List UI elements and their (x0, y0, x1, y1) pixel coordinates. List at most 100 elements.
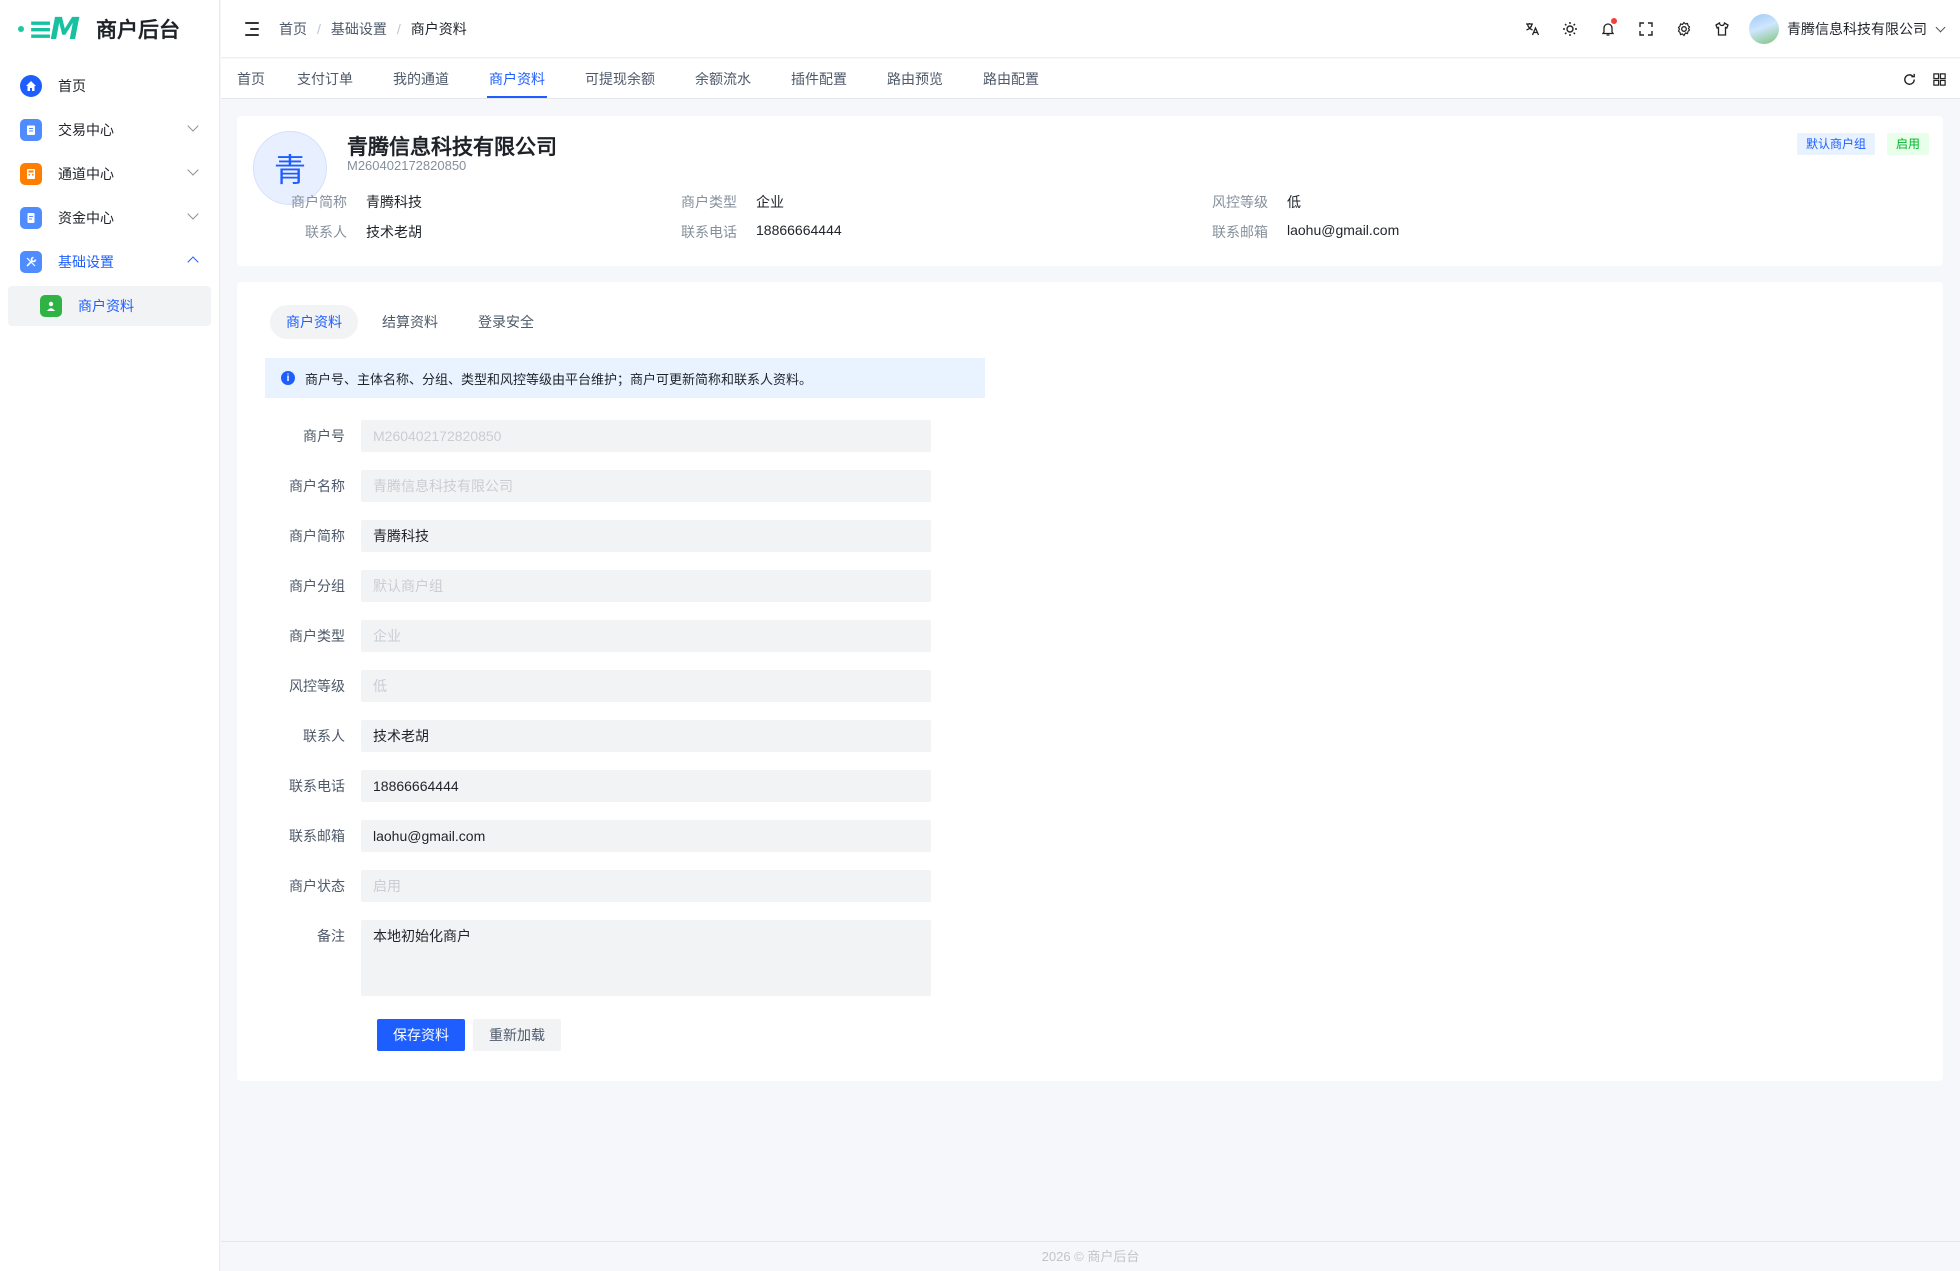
grid-icon[interactable] (1928, 68, 1950, 90)
bell-icon[interactable] (1589, 10, 1627, 48)
user-name[interactable]: 青腾信息科技有限公司 (1787, 19, 1927, 39)
form-row-type: 商户类型 企业 (265, 620, 985, 652)
sidebar-item-label: 交易中心 (58, 122, 114, 138)
sidebar-item-funds[interactable]: 资金中心 (8, 198, 211, 238)
profile-field-short-name: 商户简称 青腾科技 (291, 194, 422, 210)
form-row-risk: 风控等级 低 (265, 670, 985, 702)
status-field: 启用 (361, 870, 931, 902)
user-icon (40, 295, 62, 317)
merchant-name-field: 青腾信息科技有限公司 (361, 470, 931, 502)
profile-field-contact: 联系人 技术老胡 (305, 224, 422, 240)
chevron-down-icon (187, 164, 199, 176)
sidebar-item-merchant-profile[interactable]: 商户资料 (8, 286, 211, 326)
contact-input[interactable]: 技术老胡 (361, 720, 931, 752)
group-badge: 默认商户组 (1796, 133, 1875, 155)
document-icon (20, 207, 42, 229)
type-field: 企业 (361, 620, 931, 652)
tab-login-security[interactable]: 登录安全 (462, 305, 550, 339)
form-tabs: 商户资料 结算资料 登录安全 (270, 305, 550, 339)
breadcrumb-separator: / (317, 20, 321, 37)
form-row-status: 商户状态 启用 (265, 870, 985, 902)
tab-my-channels[interactable]: 我的通道 (393, 59, 469, 98)
tab-withdrawable-balance[interactable]: 可提现余额 (585, 59, 675, 98)
status-badge: 启用 (1886, 133, 1929, 155)
tab-plugin-config[interactable]: 插件配置 (791, 59, 867, 98)
short-name-input[interactable]: 青腾科技 (361, 520, 931, 552)
app-title: 商户后台 (96, 19, 180, 42)
sidebar-item-label: 首页 (58, 78, 86, 94)
form-row-short-name: 商户简称 青腾科技 (265, 520, 985, 552)
sidebar-item-label: 基础设置 (58, 254, 114, 270)
notification-dot (1611, 18, 1617, 24)
info-icon: i (281, 371, 295, 385)
footer: 2026 © 商户后台 (221, 1241, 1960, 1271)
breadcrumb-settings[interactable]: 基础设置 (331, 19, 387, 39)
breadcrumb-current: 商户资料 (410, 20, 467, 37)
profile-field-risk: 风控等级低 (1212, 194, 1301, 210)
sidebar-item-trade[interactable]: 交易中心 (8, 110, 211, 150)
tab-route-config[interactable]: 路由配置 (983, 59, 1059, 98)
logo[interactable]: ≡M 商户后台 (0, 0, 219, 58)
menu-collapse-icon[interactable] (245, 21, 261, 36)
chevron-up-icon (187, 256, 199, 268)
fullscreen-icon[interactable] (1627, 10, 1665, 48)
form-row-group: 商户分组 默认商户组 (265, 570, 985, 602)
avatar[interactable] (1749, 14, 1779, 44)
email-input[interactable]: laohu@gmail.com (361, 820, 931, 852)
profile-field-email: 联系邮箱 laohu@gmail.com (1212, 222, 1400, 240)
clipboard-icon (20, 119, 42, 141)
header-actions: 青腾信息科技有限公司 (1513, 0, 1946, 58)
chevron-down-icon (187, 208, 199, 220)
tools-icon (20, 251, 42, 273)
sidebar-item-channel[interactable]: 通道中心 (8, 154, 211, 194)
form-row-phone: 联系电话 18866664444 (265, 770, 985, 802)
translate-icon[interactable] (1513, 10, 1551, 48)
save-button[interactable]: 保存资料 (377, 1019, 465, 1051)
refresh-icon[interactable] (1898, 68, 1920, 90)
form-row-contact: 联系人 技术老胡 (265, 720, 985, 752)
tab-home[interactable]: 首页 (237, 59, 285, 98)
sidebar-item-label: 通道中心 (58, 166, 114, 182)
tab-balance-flow[interactable]: 余额流水 (695, 59, 771, 98)
sidebar-menu: 首页 交易中心 通道中心 资金中心 基础设置 商户资料 (0, 58, 219, 338)
merchant-no-field: M260402172820850 (361, 420, 931, 452)
sidebar-item-label: 资金中心 (58, 210, 114, 226)
breadcrumb-home[interactable]: 首页 (279, 19, 307, 39)
form-row-remark: 备注 本地初始化商户 (265, 920, 985, 996)
page-tabs: 首页 支付订单 我的通道 商户资料 可提现余额 余额流水 插件配置 路由预览 路… (221, 59, 1960, 99)
breadcrumb-separator: / (396, 20, 401, 37)
risk-field: 低 (361, 670, 931, 702)
profile-field-phone: 联系电话 18866664444 (681, 222, 842, 240)
shirt-icon[interactable] (1703, 10, 1741, 48)
tab-payment-orders[interactable]: 支付订单 (297, 59, 373, 98)
theme-sun-icon[interactable] (1551, 10, 1589, 48)
reload-button[interactable]: 重新加载 (473, 1019, 561, 1051)
chevron-down-icon[interactable] (1935, 22, 1946, 32)
remark-textarea[interactable]: 本地初始化商户 (361, 920, 931, 996)
top-header: 首页 / 基础设置 / 商户资料 青腾信息科技有限公司 (221, 0, 1960, 58)
calculator-icon (20, 163, 42, 185)
info-alert-text: 商户号、主体名称、分组、类型和风控等级由平台维护；商户可更新简称和联系人资料。 (305, 371, 813, 387)
merchant-number: M260402172820850 (347, 158, 467, 173)
info-alert: i 商户号、主体名称、分组、类型和风控等级由平台维护；商户可更新简称和联系人资料… (265, 358, 985, 398)
form-row-email: 联系邮箱 laohu@gmail.com (265, 820, 985, 852)
merchant-name: 青腾信息科技有限公司 (347, 136, 557, 159)
sidebar-item-settings[interactable]: 基础设置 (8, 242, 211, 282)
home-icon (20, 75, 42, 97)
logo-mark: ≡M (18, 12, 80, 47)
sidebar-item-home[interactable]: 首页 (8, 66, 211, 106)
form-row-merchant-no: 商户号 M260402172820850 (265, 420, 985, 452)
phone-input[interactable]: 18866664444 (361, 770, 931, 802)
breadcrumb: 首页 / 基础设置 / 商户资料 (279, 19, 467, 39)
gear-icon[interactable] (1665, 10, 1703, 48)
sidebar: ≡M 商户后台 首页 交易中心 通道中心 资金中心 基础设置 商户资料 (0, 0, 220, 1271)
tab-merchant-profile[interactable]: 商户资料 (487, 59, 565, 98)
group-field: 默认商户组 (361, 570, 931, 602)
sidebar-item-label: 商户资料 (78, 298, 134, 314)
profile-field-type: 商户类型 企业 (681, 194, 784, 210)
chevron-down-icon (187, 120, 199, 132)
tab-settlement-info[interactable]: 结算资料 (366, 305, 454, 339)
tab-route-preview[interactable]: 路由预览 (887, 59, 963, 98)
merchant-profile-card: 青 青腾信息科技有限公司 M260402172820850 默认商户组 启用 商… (237, 116, 1943, 266)
tab-merchant-info[interactable]: 商户资料 (270, 305, 358, 339)
